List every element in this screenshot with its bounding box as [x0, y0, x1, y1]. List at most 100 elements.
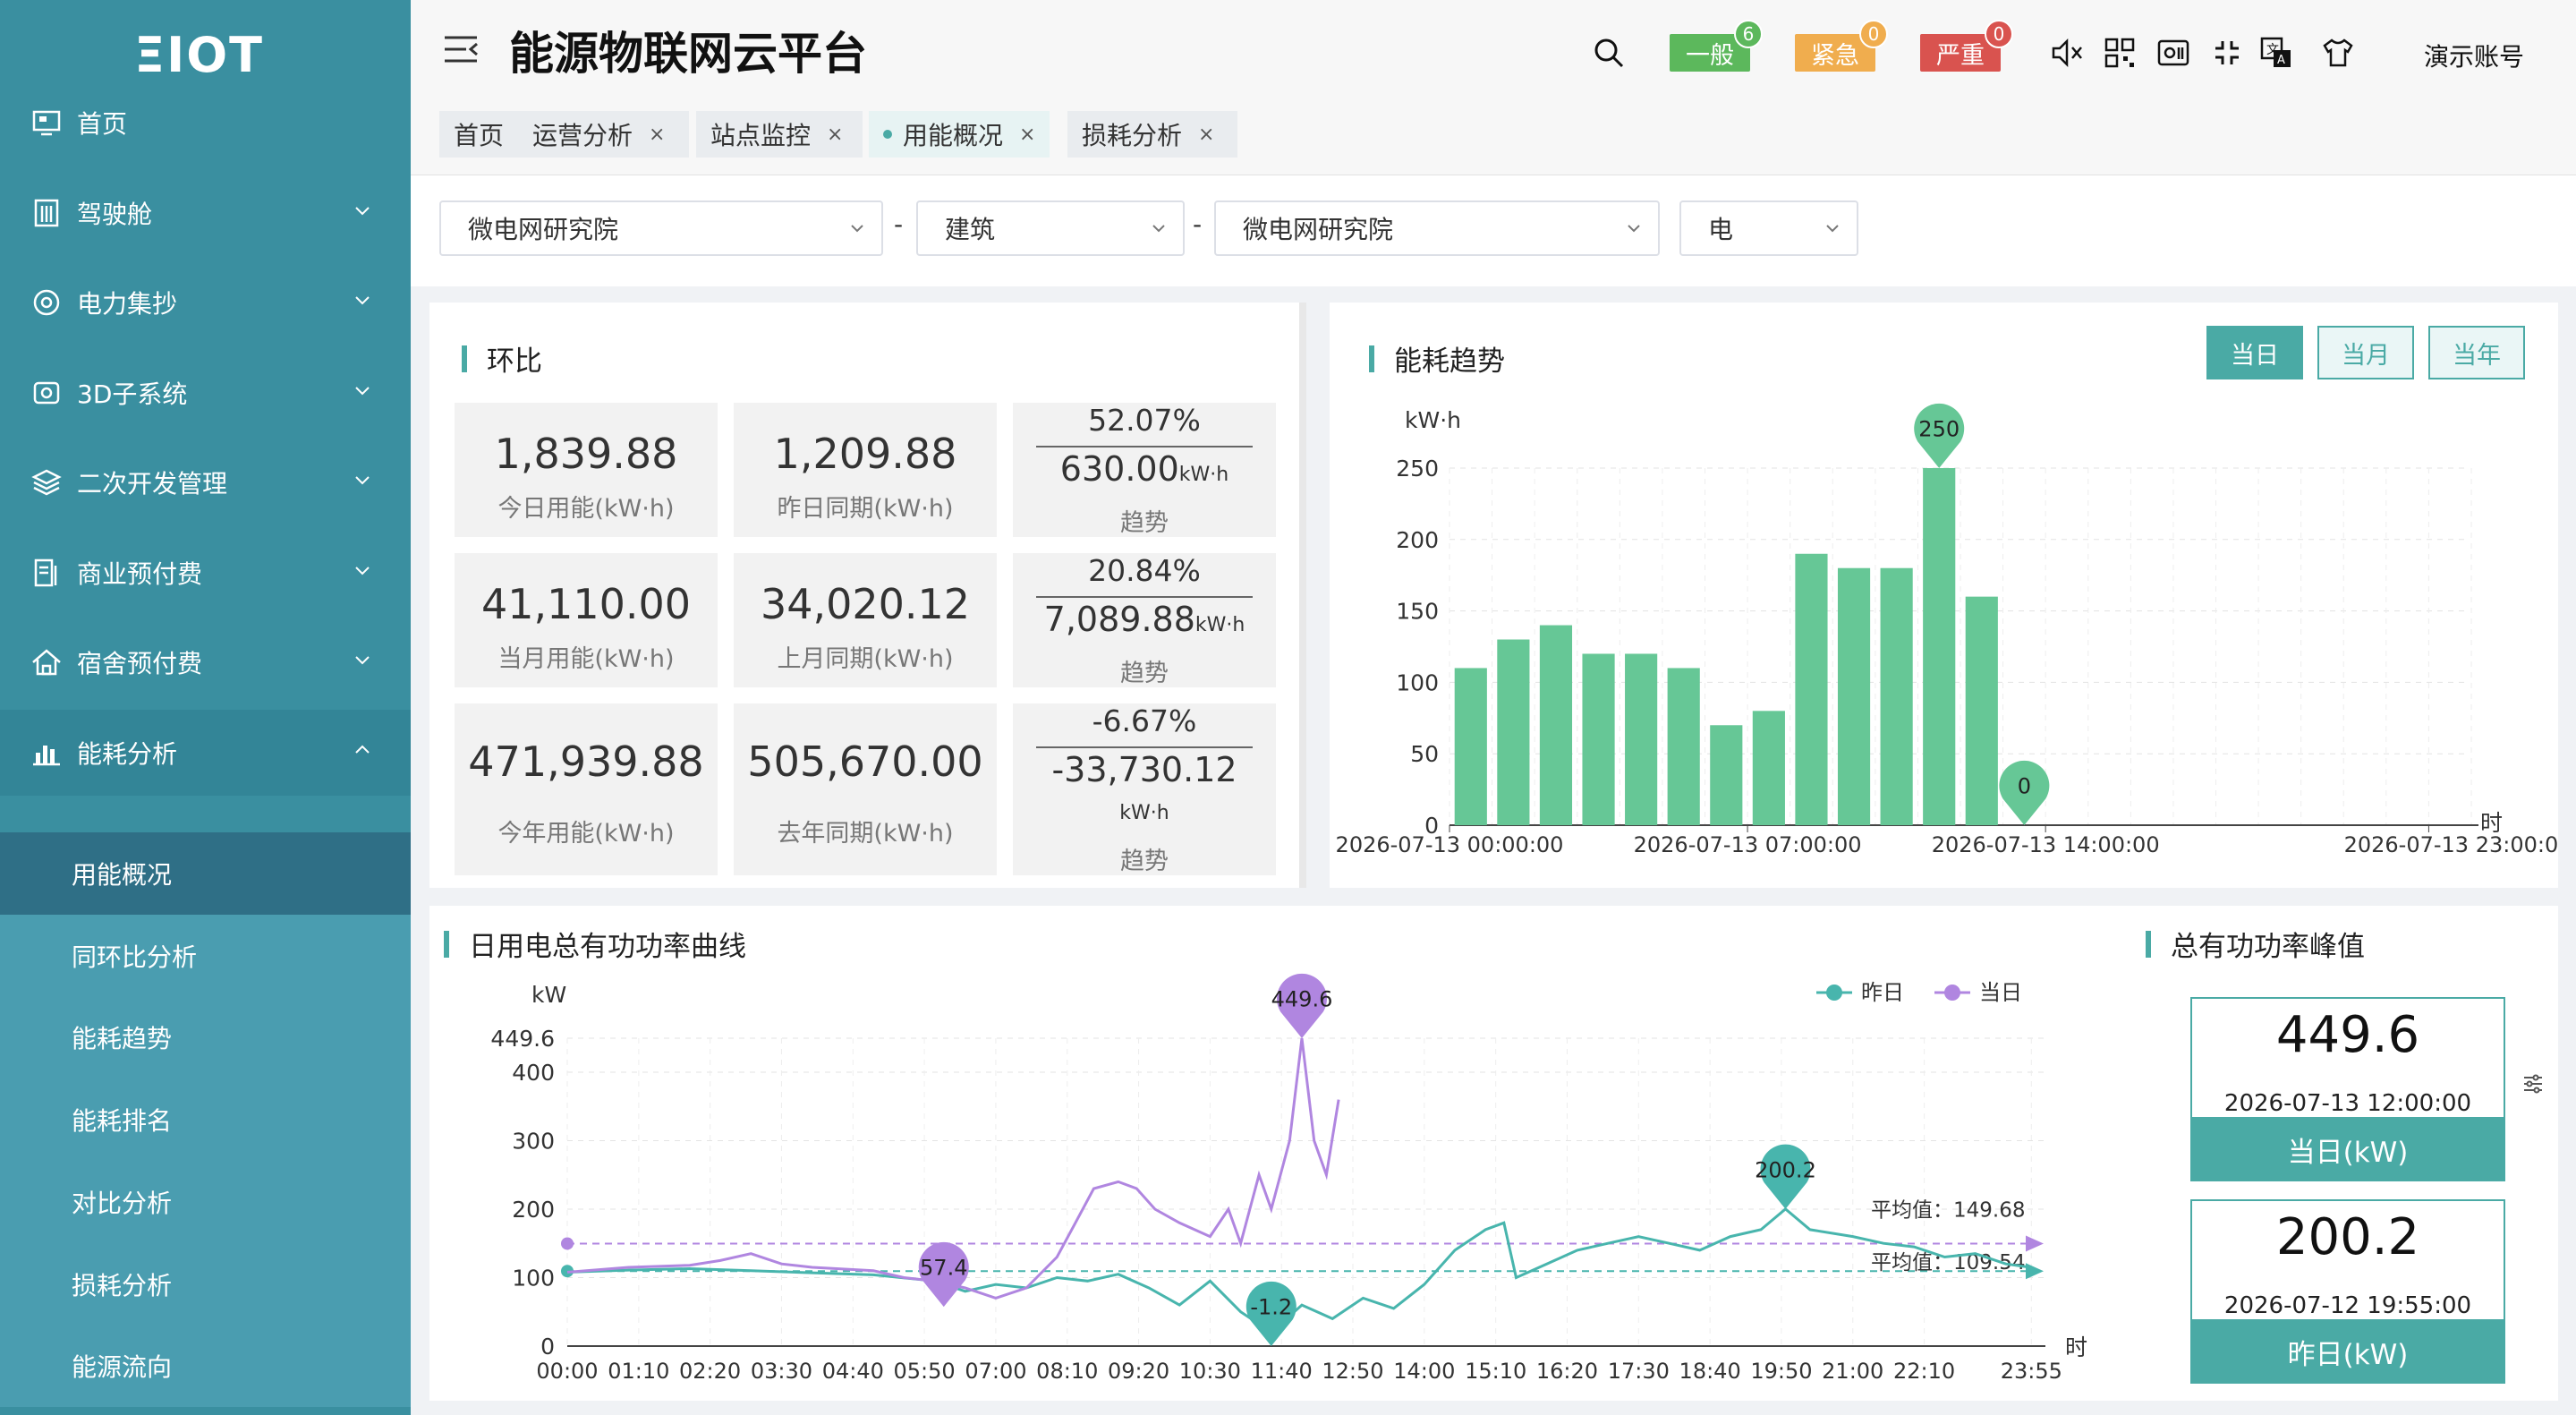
energy-type-value: 电 [1708, 215, 1734, 244]
alarm-label: 严重 [1936, 41, 1985, 70]
peak-yesterday-time: 2026-07-12 19:55:00 [2223, 1292, 2472, 1319]
chevron-up-icon [355, 745, 370, 754]
sidebar-item-label: 能耗分析 [77, 738, 178, 769]
x-tick-label: 04:40 [822, 1359, 884, 1384]
building-select[interactable]: 微电网研究院 [1214, 200, 1660, 256]
sidebar-item-5[interactable]: 商业预付费 [0, 530, 411, 616]
submenu-item-6[interactable]: 能源流向 [0, 1325, 411, 1408]
bar-marker-pin-label: 0 [2018, 774, 2031, 799]
sidebar-item-7[interactable]: 能耗分析 [0, 709, 411, 796]
y-tick-label: 50 [1410, 741, 1439, 767]
submenu-item-4[interactable]: 对比分析 [0, 1160, 411, 1243]
change-value: 7,089.88 [1043, 600, 1195, 639]
submenu-item-0[interactable]: 用能概况 [0, 832, 411, 915]
energy-type-select[interactable]: 电 [1679, 200, 1858, 256]
alarm-urgent-button[interactable]: 紧急 0 [1795, 20, 1888, 72]
power-title: 日用电总有功功率曲线 [444, 924, 746, 964]
sidebar-item-2[interactable]: 电力集抄 [0, 260, 411, 345]
tab-2[interactable]: 站点监控 × [696, 111, 863, 158]
bar [1752, 711, 1785, 825]
close-icon[interactable]: × [827, 124, 843, 146]
menu-toggle-icon[interactable] [443, 34, 479, 64]
sidebar-item-6[interactable]: 宿舍预付费 [0, 619, 411, 705]
chevron-down-icon [355, 386, 370, 395]
sidebar-item-0[interactable]: 首页 [0, 80, 411, 166]
title-accent [2146, 930, 2151, 958]
tab-4[interactable]: 损耗分析 × [1067, 111, 1237, 158]
submenu-item-5[interactable]: 损耗分析 [0, 1242, 411, 1325]
legend-label: 昨日 [1861, 980, 1904, 1005]
sidebar-item-3[interactable]: 3D子系统 [0, 350, 411, 436]
period-month-button[interactable]: 当月 [2317, 326, 2414, 379]
ratio-scrollbar[interactable] [1299, 303, 1306, 888]
close-icon[interactable]: × [1198, 124, 1214, 146]
sidebar-item-label: 二次开发管理 [77, 469, 228, 499]
search-icon[interactable] [1592, 36, 1626, 70]
line-marker-pin-label: -1.2 [1250, 1295, 1292, 1320]
trend-label: 趋势 [1120, 509, 1169, 537]
alarm-severe-button[interactable]: 严重 0 [1920, 20, 2013, 72]
close-icon[interactable]: × [649, 124, 665, 146]
monitor-icon [32, 110, 61, 136]
trend-label: 趋势 [1120, 848, 1169, 875]
change-percent: 52.07% [1088, 403, 1201, 438]
chevron-down-icon [1826, 225, 1839, 233]
home-icon [32, 649, 61, 676]
sidebar: ΞIOT 首页 驾驶舱 电力集抄 3D子系统 二次开发管理 商业预付费 宿舍预付费 能耗分析 … [0, 0, 411, 1415]
app-logo: ΞIOT [134, 27, 264, 83]
line-marker-pin: -1.2 [1245, 1281, 1297, 1346]
translate-icon[interactable]: 文A [2259, 36, 2293, 70]
alarm-general-button[interactable]: 一般 6 [1670, 20, 1763, 72]
tab-0[interactable]: 首页 [439, 111, 519, 158]
average-arrow [2026, 1263, 2044, 1280]
ratio-card: 环比 1,839.88 今日用能(kW·h) 1,209.88 昨日同期(kW·h) 5… [429, 303, 1306, 888]
tab-3[interactable]: 用能概况 × [869, 111, 1050, 158]
legend-label: 当日 [1979, 980, 2022, 1005]
change-amount: 7,089.88kW·h [1013, 600, 1276, 639]
site-select[interactable]: 微电网研究院 [439, 200, 883, 256]
title-accent [444, 930, 449, 958]
y-tick-label: 100 [512, 1265, 555, 1291]
average-label: 平均值：149.68 [1871, 1198, 2025, 1222]
sidebar-item-label: 3D子系统 [77, 379, 188, 409]
screen-icon[interactable] [2156, 36, 2190, 70]
fullscreen-icon[interactable] [2210, 36, 2244, 70]
y-axis-unit: kW [531, 982, 566, 1008]
line-marker-pin-label: 57.4 [920, 1256, 967, 1281]
sidebar-item-label: 驾驶舱 [77, 199, 153, 229]
x-tick-label: 11:40 [1251, 1359, 1313, 1384]
account-menu[interactable]: 演示账号 [2424, 38, 2524, 73]
svg-text:A: A [2277, 54, 2285, 67]
page-title: 能源物联网云平台 [509, 28, 867, 80]
title-accent [462, 345, 467, 372]
filter-separator: - [894, 209, 904, 239]
bar [1837, 567, 1871, 825]
legend-item[interactable]: 当日 [1934, 980, 2022, 1005]
y-tick-label: 150 [1396, 599, 1439, 625]
line-marker-pin: 200.2 [1755, 1144, 1816, 1209]
average-start-dot [561, 1237, 574, 1250]
settings-sliders-icon[interactable] [2521, 1072, 2545, 1095]
line-marker-pin: 449.6 [1271, 973, 1333, 1038]
sidebar-item-1[interactable]: 驾驶舱 [0, 170, 411, 256]
mute-icon[interactable] [2050, 36, 2084, 70]
invoice-icon [34, 558, 57, 586]
qrcode-icon[interactable] [2103, 36, 2137, 70]
period-year-button[interactable]: 当年 [2428, 326, 2525, 379]
type-select[interactable]: 建筑 [916, 200, 1185, 256]
building-icon [34, 199, 59, 226]
submenu-item-1[interactable]: 同环比分析 [0, 914, 411, 997]
previous-label: 去年同期(kW·h) [777, 819, 954, 848]
tab-1[interactable]: 运营分析 × [518, 111, 689, 158]
legend-item[interactable]: 昨日 [1816, 980, 1904, 1005]
line-marker-pin-label: 449.6 [1271, 987, 1333, 1012]
period-day-button[interactable]: 当日 [2206, 326, 2303, 379]
close-icon[interactable]: × [1019, 124, 1035, 146]
y-tick-label: 250 [1396, 456, 1439, 482]
submenu-item-2[interactable]: 能耗趋势 [0, 996, 411, 1079]
submenu-item-3[interactable]: 能耗排名 [0, 1078, 411, 1162]
sidebar-item-4[interactable]: 二次开发管理 [0, 439, 411, 525]
building-select-value: 微电网研究院 [1243, 215, 1394, 244]
theme-shirt-icon[interactable] [2321, 36, 2355, 70]
sidebar-item-label: 电力集抄 [77, 289, 178, 319]
